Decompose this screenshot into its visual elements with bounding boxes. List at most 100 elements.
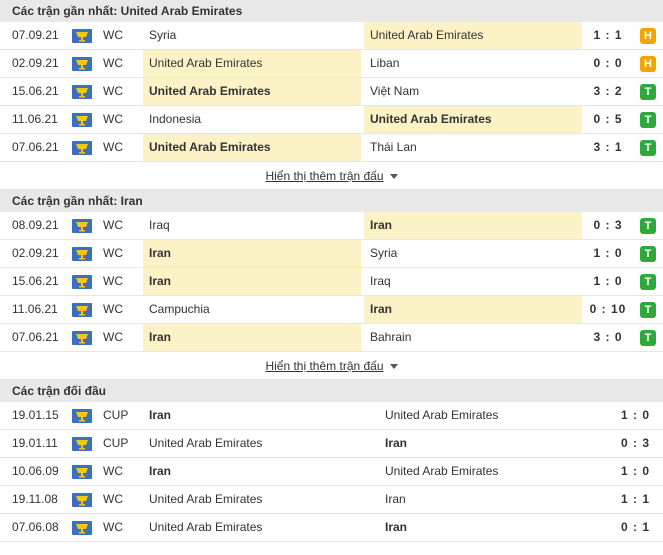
- away-team[interactable]: Iraq: [364, 268, 582, 295]
- competition-label: WC: [103, 492, 123, 506]
- trophy-flag-icon: [72, 247, 92, 261]
- match-date: 02.09.21: [12, 56, 59, 70]
- home-team[interactable]: United Arab Emirates: [143, 134, 361, 161]
- match-row[interactable]: 15.06.21 WC United Arab Emirates Việt Nam 3 …: [0, 78, 663, 106]
- match-score: 0 : 5: [593, 112, 623, 126]
- result-badge: T: [640, 302, 656, 318]
- result-badge: T: [640, 112, 656, 128]
- home-team[interactable]: Iran: [143, 240, 361, 267]
- competition-label: WC: [103, 274, 123, 288]
- trophy-flag-icon: [72, 437, 92, 451]
- away-team[interactable]: Iran: [379, 514, 607, 541]
- match-score: 3 : 2: [593, 84, 623, 98]
- home-team[interactable]: Iran: [143, 268, 361, 295]
- away-team[interactable]: Việt Nam: [364, 78, 582, 105]
- match-score: 0 : 3: [620, 436, 650, 450]
- result-badge: T: [640, 84, 656, 100]
- home-team[interactable]: United Arab Emirates: [143, 50, 361, 77]
- competition-label: WC: [103, 246, 123, 260]
- iran-recent-section: Các trận gần nhất: Iran 08.09.21 WC Iraq Ir…: [0, 190, 663, 380]
- home-team[interactable]: Indonesia: [143, 106, 361, 133]
- home-team[interactable]: Iran: [143, 324, 361, 351]
- match-row[interactable]: 11.06.21 WC Indonesia United Arab Emirates 0…: [0, 106, 663, 134]
- result-badge: T: [640, 140, 656, 156]
- away-team[interactable]: Iran: [364, 212, 582, 239]
- trophy-flag-icon: [72, 409, 92, 423]
- match-score: 0 : 1: [620, 520, 650, 534]
- uae-recent-section: Các trận gần nhất: United Arab Emirates …: [0, 0, 663, 190]
- home-team[interactable]: United Arab Emirates: [143, 430, 379, 457]
- away-team[interactable]: Liban: [364, 50, 582, 77]
- result-badge: H: [640, 28, 656, 44]
- match-list: 08.09.21 WC Iraq Iran 0 : 3 T 02.09.21 WC Iran Sy…: [0, 212, 663, 352]
- section-title: Các trận gần nhất: Iran: [0, 190, 663, 212]
- trophy-flag-icon: [72, 29, 92, 43]
- trophy-flag-icon: [72, 85, 92, 99]
- trophy-flag-icon: [72, 113, 92, 127]
- match-score: 1 : 1: [620, 492, 650, 506]
- match-date: 07.06.21: [12, 140, 59, 154]
- away-team[interactable]: Iran: [379, 430, 607, 457]
- caret-down-icon[interactable]: [389, 364, 398, 370]
- away-team[interactable]: Iran: [379, 486, 607, 513]
- result-badge: T: [640, 330, 656, 346]
- trophy-flag-icon: [72, 303, 92, 317]
- away-team[interactable]: Bahrain: [364, 324, 582, 351]
- competition-label: WC: [103, 56, 123, 70]
- match-row[interactable]: 08.09.21 WC Iraq Iran 0 : 3 T: [0, 212, 663, 240]
- home-team[interactable]: United Arab Emirates: [143, 514, 379, 541]
- match-row[interactable]: 07.09.21 WC Syria United Arab Emirates 1 : 1…: [0, 22, 663, 50]
- match-row[interactable]: 10.06.09 WC Iran United Arab Emirates 1 : 0: [0, 458, 663, 486]
- match-row[interactable]: 19.11.08 WC United Arab Emirates Iran 1 : 1: [0, 486, 663, 514]
- home-team[interactable]: Iraq: [143, 212, 361, 239]
- home-team[interactable]: United Arab Emirates: [143, 78, 361, 105]
- competition-label: WC: [103, 112, 123, 126]
- match-date: 11.06.21: [12, 112, 58, 126]
- match-date: 08.09.21: [12, 218, 59, 232]
- show-more-uae-link[interactable]: Hiển thị thêm trận đấu: [265, 169, 383, 183]
- away-team[interactable]: United Arab Emirates: [364, 106, 582, 133]
- home-team[interactable]: Iran: [143, 402, 379, 429]
- trophy-flag-icon: [72, 141, 92, 155]
- match-list: 07.09.21 WC Syria United Arab Emirates 1 : 1…: [0, 22, 663, 162]
- match-row[interactable]: 02.09.21 WC Iran Syria 1 : 0 T: [0, 240, 663, 268]
- match-date: 19.01.15: [12, 408, 59, 422]
- match-row[interactable]: 07.06.21 WC Iran Bahrain 3 : 0 T: [0, 324, 663, 352]
- section-title: Các trận đối đầu: [0, 380, 663, 402]
- competition-label: WC: [103, 84, 123, 98]
- match-date: 07.09.21: [12, 28, 59, 42]
- match-score: 1 : 0: [593, 274, 623, 288]
- away-team[interactable]: Iran: [364, 296, 582, 323]
- match-row[interactable]: 19.01.15 CUP Iran United Arab Emirates 1 : 0: [0, 402, 663, 430]
- away-team[interactable]: United Arab Emirates: [379, 402, 607, 429]
- caret-down-icon[interactable]: [389, 174, 398, 180]
- away-team[interactable]: United Arab Emirates: [364, 22, 582, 49]
- home-team[interactable]: Syria: [143, 22, 361, 49]
- match-score: 1 : 0: [593, 246, 623, 260]
- show-more-iran-link[interactable]: Hiển thị thêm trận đấu: [265, 359, 383, 373]
- home-team[interactable]: Iran: [143, 458, 379, 485]
- match-date: 11.06.21: [12, 302, 58, 316]
- match-date: 10.06.09: [12, 464, 59, 478]
- competition-label: WC: [103, 302, 123, 316]
- section-title: Các trận gần nhất: United Arab Emirates: [0, 0, 663, 22]
- match-row[interactable]: 02.09.21 WC United Arab Emirates Liban 0 : 0…: [0, 50, 663, 78]
- match-date: 19.01.11: [12, 436, 58, 450]
- match-row[interactable]: 07.06.21 WC United Arab Emirates Thái Lan 3 …: [0, 134, 663, 162]
- home-team[interactable]: United Arab Emirates: [143, 486, 379, 513]
- match-row[interactable]: 15.06.21 WC Iran Iraq 1 : 0 T: [0, 268, 663, 296]
- competition-label: WC: [103, 140, 123, 154]
- match-list: 19.01.15 CUP Iran United Arab Emirates 1 : 0…: [0, 402, 663, 542]
- competition-label: CUP: [103, 436, 129, 450]
- match-row[interactable]: 07.06.08 WC United Arab Emirates Iran 0 : 1: [0, 514, 663, 542]
- match-date: 15.06.21: [12, 84, 59, 98]
- away-team[interactable]: United Arab Emirates: [379, 458, 607, 485]
- match-row[interactable]: 11.06.21 WC Campuchia Iran 0 : 10 T: [0, 296, 663, 324]
- result-badge: T: [640, 274, 656, 290]
- home-team[interactable]: Campuchia: [143, 296, 361, 323]
- match-date: 19.11.08: [12, 492, 58, 506]
- away-team[interactable]: Syria: [364, 240, 582, 267]
- away-team[interactable]: Thái Lan: [364, 134, 582, 161]
- match-row[interactable]: 19.01.11 CUP United Arab Emirates Iran 0 : 3: [0, 430, 663, 458]
- match-date: 07.06.21: [12, 330, 59, 344]
